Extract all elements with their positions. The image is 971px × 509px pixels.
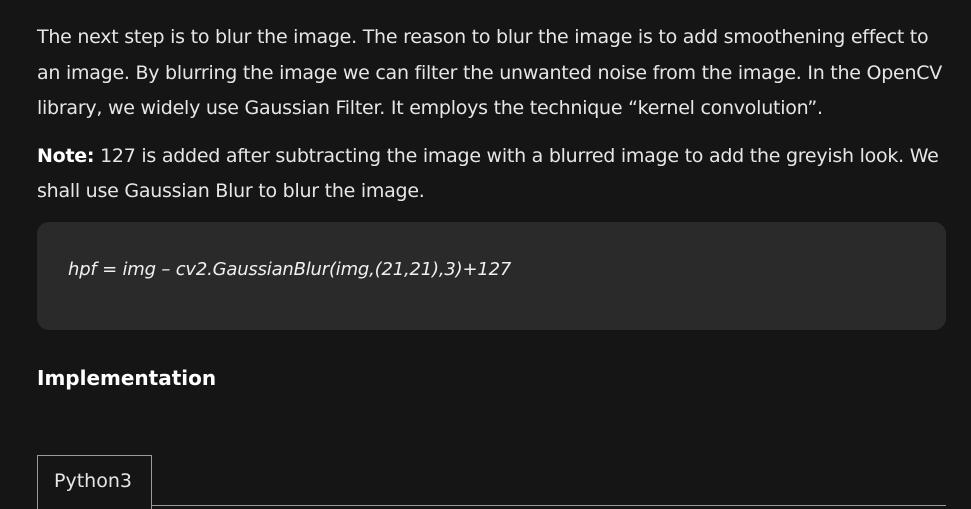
code-block: hpf = img – cv2.GaussianBlur(img,(21,21)… — [37, 222, 946, 330]
note-text: 127 is added after subtracting the image… — [37, 144, 939, 203]
tab-divider — [152, 505, 946, 506]
paragraph-blur-intro: The next step is to blur the image. The … — [37, 26, 943, 119]
code-line: hpf = img – cv2.GaussianBlur(img,(21,21)… — [68, 259, 512, 280]
note-label: Note: — [37, 144, 95, 167]
tab-python3[interactable]: Python3 — [37, 455, 152, 509]
note-paragraph: Note: 127 is added after subtracting the… — [37, 139, 947, 210]
article-body: The next step is to blur the image. The … — [37, 20, 947, 210]
section-heading: Implementation — [37, 366, 217, 390]
code-tab-bar: Python3 — [37, 455, 946, 509]
tab-label: Python3 — [54, 470, 132, 492]
